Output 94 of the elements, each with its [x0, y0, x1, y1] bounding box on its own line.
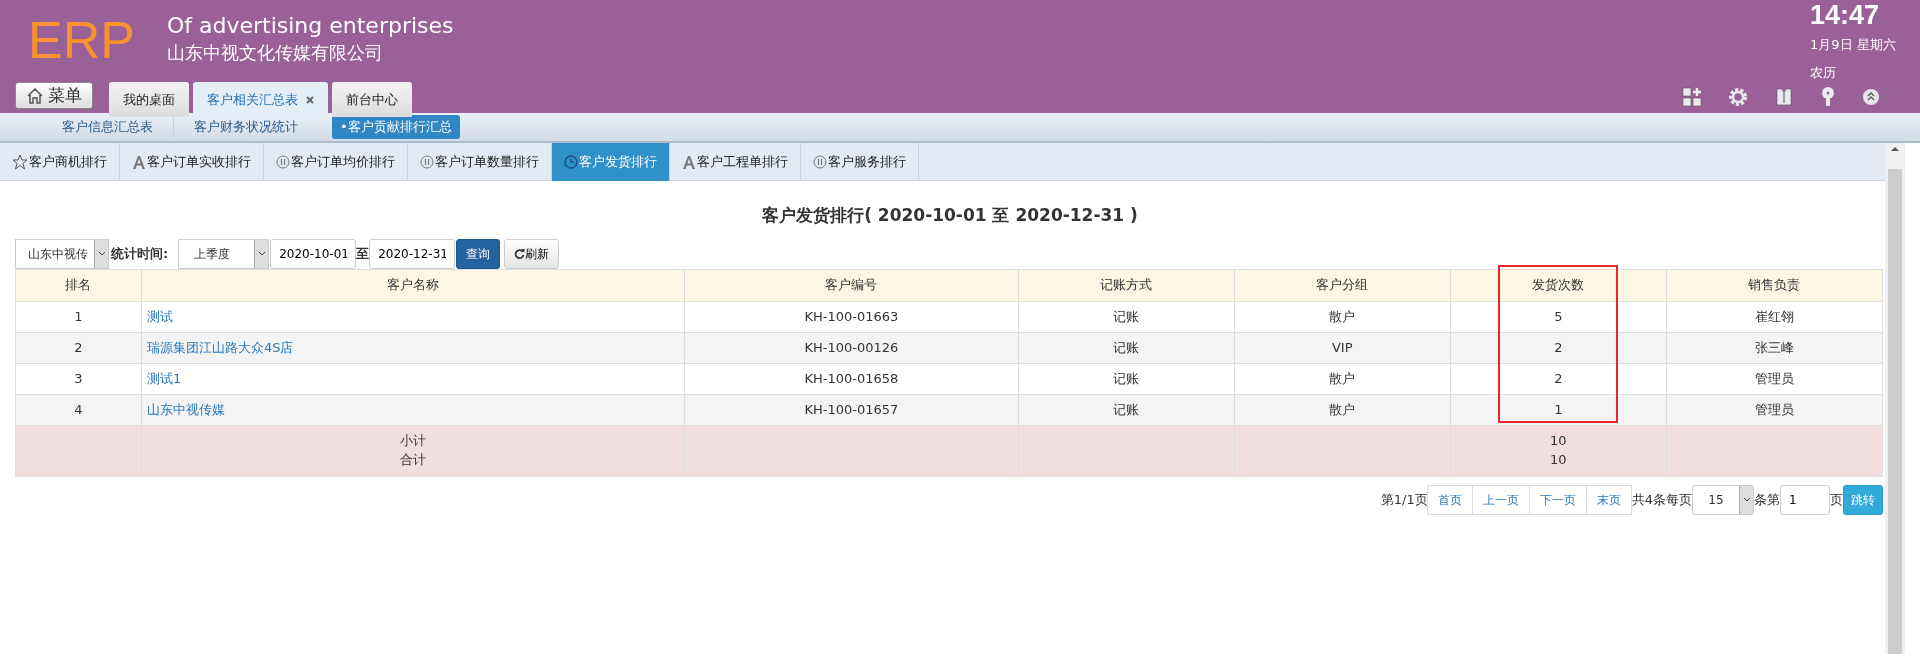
- app-subtitle: Of advertising enterprises: [166, 14, 454, 39]
- total-value: 10: [1549, 431, 1568, 450]
- table-cell: KH-100-01657: [684, 394, 1019, 425]
- clock-time: 14:47: [1810, 2, 1881, 29]
- column-header: 客户名称: [141, 269, 685, 301]
- page-label: 条第: [1754, 490, 1780, 509]
- column-header: 排名: [15, 269, 142, 301]
- table-cell: 记账: [1018, 394, 1235, 425]
- total-label: 小计: [399, 431, 428, 450]
- table-cell: 记账: [1018, 301, 1235, 332]
- column-header: 客户编号: [684, 269, 1019, 301]
- page-info: 第1/1页: [1380, 490, 1428, 509]
- table-cell: VIP: [1234, 332, 1451, 363]
- customer-link[interactable]: 测试1: [146, 370, 182, 386]
- table-cell: 2: [1450, 363, 1667, 394]
- nav-link[interactable]: 客户财务状况统计: [174, 115, 318, 139]
- filter-label: 统计时间:: [111, 244, 169, 263]
- pause-icon: [420, 155, 434, 169]
- date-field[interactable]: 2020-10-01: [270, 238, 357, 269]
- period-select[interactable]: 上季度: [178, 238, 270, 269]
- table-cell: 张三峰: [1666, 332, 1883, 363]
- customer-link[interactable]: 瑞源集团江山路大众4S店: [146, 339, 294, 355]
- report-tab[interactable]: 客户订单实收排行: [120, 143, 264, 181]
- font-icon: [132, 155, 146, 169]
- customer-link[interactable]: 测试: [146, 308, 173, 324]
- page-button[interactable]: 下一页: [1528, 484, 1587, 515]
- caret-icon: [97, 250, 106, 257]
- nav-link[interactable]: 客户信息汇总表: [42, 115, 173, 139]
- window-tab[interactable]: 客户相关汇总表: [193, 82, 328, 117]
- settings-icon[interactable]: [1728, 87, 1748, 107]
- pause-icon: [813, 155, 827, 169]
- page-size-label: 共4条每页: [1631, 490, 1692, 509]
- column-header: 客户分组: [1234, 269, 1451, 301]
- star-icon: [12, 154, 28, 170]
- table-cell: KH-100-01658: [684, 363, 1019, 394]
- page-button[interactable]: 上一页: [1471, 484, 1530, 515]
- collapse-icon[interactable]: [1862, 88, 1880, 106]
- table-cell: 3: [15, 363, 142, 394]
- nav-link[interactable]: •客户贡献排行汇总: [332, 115, 460, 139]
- table-cell: KH-100-00126: [684, 332, 1019, 363]
- table-cell: 管理员: [1666, 363, 1883, 394]
- column-header: 记账方式: [1018, 269, 1235, 301]
- report-tab[interactable]: 客户订单均价排行: [264, 143, 408, 181]
- clock-icon: [564, 155, 578, 169]
- clock-date: 1月9日 星期六: [1810, 36, 1897, 54]
- key-icon[interactable]: [1820, 87, 1836, 107]
- customer-link[interactable]: 山东中视传媒: [146, 401, 225, 417]
- caret-icon: [1742, 496, 1751, 503]
- column-header: 销售负责: [1666, 269, 1883, 301]
- report-tab[interactable]: 客户发货排行: [552, 143, 670, 181]
- lunar-label: 农历: [1810, 63, 1837, 82]
- refresh-icon: [514, 248, 526, 259]
- window-tab[interactable]: 我的桌面: [109, 82, 189, 117]
- menu-button[interactable]: 菜单: [15, 82, 93, 109]
- logo: ERP: [28, 14, 135, 66]
- table-cell: 管理员: [1666, 394, 1883, 425]
- table-cell: 2: [15, 332, 142, 363]
- font-icon: [682, 155, 696, 169]
- table-cell: 散户: [1234, 394, 1451, 425]
- report-tab[interactable]: 客户服务排行: [801, 143, 919, 181]
- range-separator: 至: [356, 244, 370, 263]
- pause-icon: [276, 155, 290, 169]
- table-cell: 散户: [1234, 363, 1451, 394]
- table-cell: 5: [1450, 301, 1667, 332]
- page-button[interactable]: 首页: [1426, 484, 1473, 515]
- table-cell: 记账: [1018, 363, 1235, 394]
- report-title: 客户发货排行( 2020-10-01 至 2020-12-31 ): [761, 204, 1139, 227]
- page-size-select[interactable]: 15: [1692, 484, 1754, 515]
- page-button[interactable]: 末页: [1585, 484, 1632, 515]
- report-tab[interactable]: 客户商机排行: [0, 143, 120, 181]
- page-field[interactable]: 1: [1780, 484, 1830, 515]
- table-cell: 崔红翎: [1666, 301, 1883, 332]
- close-icon[interactable]: [306, 95, 314, 104]
- window-tab[interactable]: 前台中心: [332, 82, 412, 117]
- scrollbar[interactable]: [1885, 143, 1905, 654]
- company-name: 山东中视文化传媒有限公司: [166, 42, 384, 64]
- table-cell: KH-100-01663: [684, 301, 1019, 332]
- table-cell: 散户: [1234, 301, 1451, 332]
- date-field[interactable]: 2020-12-31: [369, 238, 456, 269]
- table-cell: 4: [15, 394, 142, 425]
- table-cell: 1: [15, 301, 142, 332]
- total-label: 合计: [399, 450, 428, 469]
- home-icon: [26, 86, 44, 105]
- table-cell: 2: [1450, 332, 1667, 363]
- add-widget-icon[interactable]: [1682, 87, 1702, 107]
- refresh-button[interactable]: 刷新: [504, 238, 560, 269]
- column-header: 发货次数: [1450, 269, 1667, 301]
- table-cell: 记账: [1018, 332, 1235, 363]
- query-button[interactable]: 查询: [456, 238, 501, 269]
- report-tab[interactable]: 客户工程单排行: [670, 143, 801, 181]
- page-suffix: 页: [1830, 490, 1843, 509]
- company-select[interactable]: 山东中视传: [15, 238, 109, 269]
- caret-icon: [257, 250, 266, 257]
- total-value: 10: [1549, 450, 1568, 469]
